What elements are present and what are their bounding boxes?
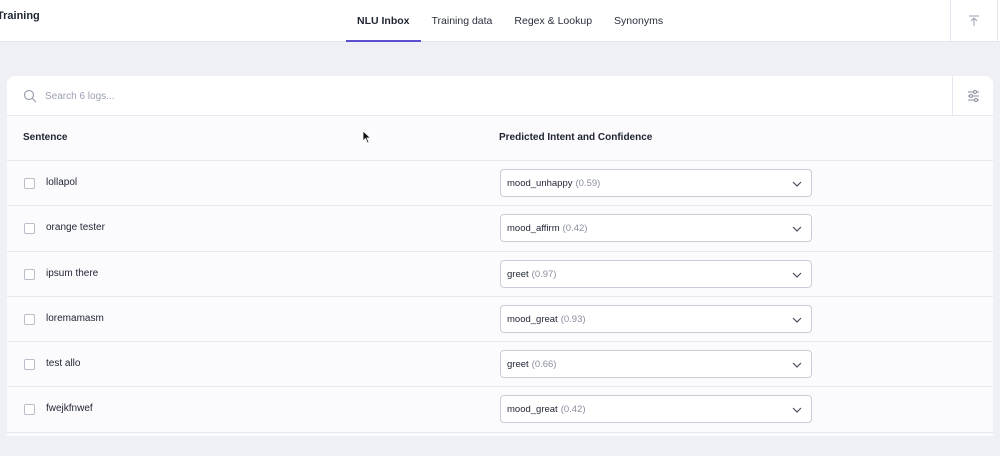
table-header: Sentence Predicted Intent and Confidence <box>7 116 993 161</box>
table-row: lollapol mood_unhappy (0.59) <box>7 161 993 207</box>
table-row: loremamasm mood_great (0.93) <box>7 297 993 343</box>
row-checkbox[interactable] <box>24 313 35 325</box>
top-navigation-bar: Training NLU Inbox Training data Regex &… <box>0 0 1000 42</box>
sentence-text: loremamasm <box>46 312 104 324</box>
row-checkbox[interactable] <box>24 268 35 280</box>
intent-dropdown[interactable]: mood_unhappy (0.59) <box>500 169 812 197</box>
row-checkbox[interactable] <box>24 178 35 189</box>
chevron-down-icon <box>792 408 802 414</box>
sentence-text: test allo <box>46 358 81 370</box>
sentence-text: orange tester <box>46 222 105 234</box>
tab-training-data[interactable]: Training data <box>421 0 504 42</box>
confidence-value: (0.42) <box>560 404 586 416</box>
upload-button[interactable] <box>950 0 998 42</box>
confidence-value: (0.93) <box>560 313 586 325</box>
row-checkbox[interactable] <box>24 359 35 371</box>
column-header-intent: Predicted Intent and Confidence <box>499 132 653 143</box>
sentence-text: fwejkfnwef <box>46 403 93 415</box>
sentence-text: lollapol <box>46 177 78 188</box>
confidence-value: (0.97) <box>531 268 557 280</box>
table-row: fwejkfnwef mood_great (0.42) <box>7 387 993 433</box>
sentence-text: ipsum there <box>46 267 99 279</box>
intent-dropdown[interactable]: mood_great (0.93) <box>500 304 812 333</box>
filter-button[interactable] <box>952 76 993 116</box>
intent-value: mood_unhappy (0.59) <box>507 178 601 189</box>
mouse-cursor-icon <box>362 130 372 144</box>
confidence-value: (0.66) <box>531 359 557 371</box>
row-checkbox[interactable] <box>24 223 35 235</box>
chevron-down-icon <box>792 181 802 187</box>
nlu-inbox-card: Sentence Predicted Intent and Confidence… <box>7 76 993 436</box>
intent-value: mood_affirm (0.42) <box>507 223 588 235</box>
column-header-sentence: Sentence <box>23 132 68 143</box>
row-checkbox[interactable] <box>24 404 35 416</box>
chevron-down-icon <box>792 226 802 233</box>
intent-dropdown[interactable]: greet (0.66) <box>500 350 812 379</box>
chevron-down-icon <box>792 272 802 278</box>
intent-value: greet (0.66) <box>507 359 557 371</box>
tab-bar: NLU Inbox Training data Regex & Lookup S… <box>346 0 674 42</box>
intent-value: mood_great (0.42) <box>507 404 586 416</box>
chevron-down-icon <box>792 317 802 323</box>
search-bar <box>7 76 993 116</box>
app-title: Training <box>0 10 40 22</box>
search-input[interactable] <box>45 85 925 107</box>
chevron-down-icon <box>792 362 802 369</box>
table-body: lollapol mood_unhappy (0.59) orange teste… <box>7 161 993 433</box>
upload-icon <box>969 15 979 26</box>
table-row: orange tester mood_affirm (0.42) <box>7 206 993 252</box>
tab-synonyms[interactable]: Synonyms <box>603 0 674 42</box>
table-row: ipsum there greet (0.97) <box>7 252 993 297</box>
tab-nlu-inbox[interactable]: NLU Inbox <box>346 0 421 42</box>
sliders-icon <box>967 90 979 102</box>
intent-value: mood_great (0.93) <box>507 313 586 325</box>
tab-regex-lookup[interactable]: Regex & Lookup <box>503 0 603 42</box>
intent-value: greet (0.97) <box>507 268 557 280</box>
search-icon <box>23 89 37 103</box>
table-row: test allo greet (0.66) <box>7 342 993 388</box>
confidence-value: (0.59) <box>575 178 601 189</box>
intent-dropdown[interactable]: greet (0.97) <box>500 259 812 288</box>
intent-dropdown[interactable]: mood_affirm (0.42) <box>500 214 812 243</box>
intent-dropdown[interactable]: mood_great (0.42) <box>500 395 812 424</box>
confidence-value: (0.42) <box>562 223 588 235</box>
